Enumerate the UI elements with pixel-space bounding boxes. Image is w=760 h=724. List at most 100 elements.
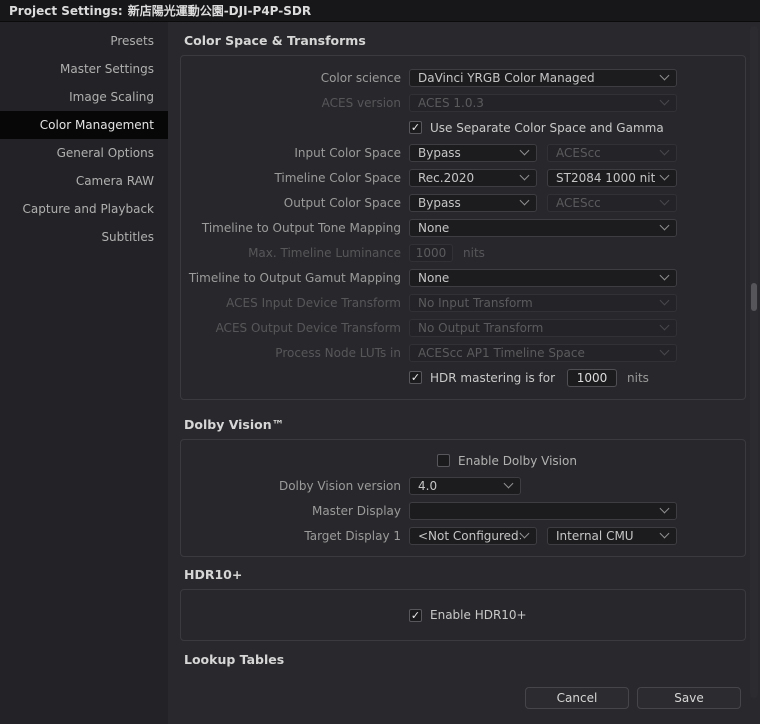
master-display-select[interactable] bbox=[409, 502, 677, 520]
output-color-space-select[interactable]: Bypass bbox=[409, 194, 537, 212]
max-timeline-luminance-label: Max. Timeline Luminance bbox=[181, 246, 401, 260]
aces-version-select: ACES 1.0.3 bbox=[409, 94, 677, 112]
row-max-timeline-luminance: Max. Timeline Luminance 1000 nits bbox=[181, 240, 745, 265]
target-display-cmu-select[interactable]: Internal CMU bbox=[547, 527, 677, 545]
chevron-down-icon bbox=[520, 171, 530, 181]
row-input-color-space: Input Color Space Bypass ACEScc bbox=[181, 140, 745, 165]
sidebar-item-general-options[interactable]: General Options bbox=[0, 139, 168, 167]
row-aces-version: ACES version ACES 1.0.3 bbox=[181, 90, 745, 115]
dolby-vision-panel: Enable Dolby Vision Dolby Vision version… bbox=[180, 439, 746, 557]
chevron-down-icon bbox=[660, 271, 670, 281]
chevron-down-icon bbox=[660, 171, 670, 181]
tone-mapping-select[interactable]: None bbox=[409, 219, 677, 237]
row-hdr-mastering: HDR mastering is for 1000 nits bbox=[181, 365, 745, 390]
row-separate-gamma: Use Separate Color Space and Gamma bbox=[181, 115, 745, 140]
cancel-button[interactable]: Cancel bbox=[525, 687, 629, 709]
row-aces-output-transform: ACES Output Device Transform No Output T… bbox=[181, 315, 745, 340]
enable-dolby-vision-label: Enable Dolby Vision bbox=[458, 454, 577, 468]
row-dolby-version: Dolby Vision version 4.0 bbox=[181, 473, 745, 498]
sidebar-item-camera-raw[interactable]: Camera RAW bbox=[0, 167, 168, 195]
master-display-label: Master Display bbox=[181, 504, 401, 518]
separate-gamma-label: Use Separate Color Space and Gamma bbox=[430, 121, 664, 135]
aces-output-transform-select: No Output Transform bbox=[409, 319, 677, 337]
timeline-color-space-select[interactable]: Rec.2020 bbox=[409, 169, 537, 187]
enable-hdr10-label: Enable HDR10+ bbox=[430, 608, 527, 622]
timeline-gamma-select[interactable]: ST2084 1000 nit bbox=[547, 169, 677, 187]
aces-output-transform-label: ACES Output Device Transform bbox=[181, 321, 401, 335]
section-header-dolby-vision: Dolby Vision™ bbox=[184, 417, 760, 433]
sidebar-item-subtitles[interactable]: Subtitles bbox=[0, 223, 168, 251]
row-timeline-color-space: Timeline Color Space Rec.2020 ST2084 100… bbox=[181, 165, 745, 190]
section-header-hdr10: HDR10+ bbox=[184, 567, 760, 583]
row-output-color-space: Output Color Space Bypass ACEScc bbox=[181, 190, 745, 215]
gamut-mapping-select[interactable]: None bbox=[409, 269, 677, 287]
dolby-version-select[interactable]: 4.0 bbox=[409, 477, 521, 495]
sidebar-item-image-scaling[interactable]: Image Scaling bbox=[0, 83, 168, 111]
chevron-down-icon bbox=[520, 146, 530, 156]
color-space-panel: Color science DaVinci YRGB Color Managed… bbox=[180, 55, 746, 400]
row-enable-hdr10: Enable HDR10+ bbox=[181, 603, 745, 628]
settings-sidebar: Presets Master Settings Image Scaling Co… bbox=[0, 22, 168, 724]
hdr10-panel: Enable HDR10+ bbox=[180, 589, 746, 641]
output-color-space-label: Output Color Space bbox=[181, 196, 401, 210]
scrollbar-thumb[interactable] bbox=[751, 283, 757, 311]
timeline-color-space-label: Timeline Color Space bbox=[181, 171, 401, 185]
hdr-mastering-label: HDR mastering is for bbox=[430, 371, 555, 385]
sidebar-item-presets[interactable]: Presets bbox=[0, 27, 168, 55]
chevron-down-icon bbox=[520, 529, 530, 539]
aces-input-transform-label: ACES Input Device Transform bbox=[181, 296, 401, 310]
project-name: 新店陽光運動公園-DJI-P4P-SDR bbox=[128, 2, 311, 19]
input-color-space-label: Input Color Space bbox=[181, 146, 401, 160]
chevron-down-icon bbox=[660, 196, 670, 206]
row-aces-input-transform: ACES Input Device Transform No Input Tra… bbox=[181, 290, 745, 315]
chevron-down-icon bbox=[504, 479, 514, 489]
sidebar-item-capture-playback[interactable]: Capture and Playback bbox=[0, 195, 168, 223]
chevron-down-icon bbox=[660, 321, 670, 331]
max-timeline-luminance-input: 1000 bbox=[409, 244, 453, 262]
output-gamma-select: ACEScc bbox=[547, 194, 677, 212]
hdr-mastering-nits-input[interactable]: 1000 bbox=[567, 369, 617, 387]
gamut-mapping-label: Timeline to Output Gamut Mapping bbox=[181, 271, 401, 285]
color-science-select[interactable]: DaVinci YRGB Color Managed bbox=[409, 69, 677, 87]
dialog-footer: Cancel Save bbox=[180, 687, 760, 709]
separate-gamma-checkbox[interactable] bbox=[409, 121, 422, 134]
process-node-luts-label: Process Node LUTs in bbox=[181, 346, 401, 360]
settings-content: Color Space & Transforms Color science D… bbox=[168, 22, 760, 724]
dolby-version-label: Dolby Vision version bbox=[181, 479, 401, 493]
target-display-select[interactable]: <Not Configured> bbox=[409, 527, 537, 545]
title-bar: Project Settings: 新店陽光運動公園-DJI-P4P-SDR bbox=[0, 0, 760, 22]
save-button[interactable]: Save bbox=[637, 687, 741, 709]
enable-hdr10-checkbox[interactable] bbox=[409, 609, 422, 622]
color-science-label: Color science bbox=[181, 71, 401, 85]
input-gamma-select: ACEScc bbox=[547, 144, 677, 162]
chevron-down-icon bbox=[660, 504, 670, 514]
section-header-color-space: Color Space & Transforms bbox=[184, 33, 760, 49]
input-color-space-select[interactable]: Bypass bbox=[409, 144, 537, 162]
hdr-mastering-checkbox[interactable] bbox=[409, 371, 422, 384]
row-process-node-luts: Process Node LUTs in ACEScc AP1 Timeline… bbox=[181, 340, 745, 365]
hdr-mastering-unit: nits bbox=[627, 371, 649, 385]
section-header-lookup-tables: Lookup Tables bbox=[184, 652, 760, 668]
chevron-down-icon bbox=[660, 96, 670, 106]
chevron-down-icon bbox=[660, 296, 670, 306]
row-master-display: Master Display bbox=[181, 498, 745, 523]
row-tone-mapping: Timeline to Output Tone Mapping None bbox=[181, 215, 745, 240]
row-gamut-mapping: Timeline to Output Gamut Mapping None bbox=[181, 265, 745, 290]
chevron-down-icon bbox=[660, 221, 670, 231]
row-target-display: Target Display 1 <Not Configured> Intern… bbox=[181, 523, 745, 548]
row-color-science: Color science DaVinci YRGB Color Managed bbox=[181, 65, 745, 90]
row-enable-dolby: Enable Dolby Vision bbox=[181, 448, 745, 473]
scrollbar-track[interactable] bbox=[750, 26, 758, 698]
aces-input-transform-select: No Input Transform bbox=[409, 294, 677, 312]
aces-version-label: ACES version bbox=[181, 96, 401, 110]
chevron-down-icon bbox=[660, 529, 670, 539]
enable-dolby-vision-checkbox[interactable] bbox=[437, 454, 450, 467]
sidebar-item-color-management[interactable]: Color Management bbox=[0, 111, 168, 139]
max-timeline-luminance-unit: nits bbox=[463, 246, 485, 260]
chevron-down-icon bbox=[660, 346, 670, 356]
sidebar-item-master-settings[interactable]: Master Settings bbox=[0, 55, 168, 83]
chevron-down-icon bbox=[660, 146, 670, 156]
window-title: Project Settings: bbox=[9, 4, 123, 18]
tone-mapping-label: Timeline to Output Tone Mapping bbox=[181, 221, 401, 235]
chevron-down-icon bbox=[520, 196, 530, 206]
